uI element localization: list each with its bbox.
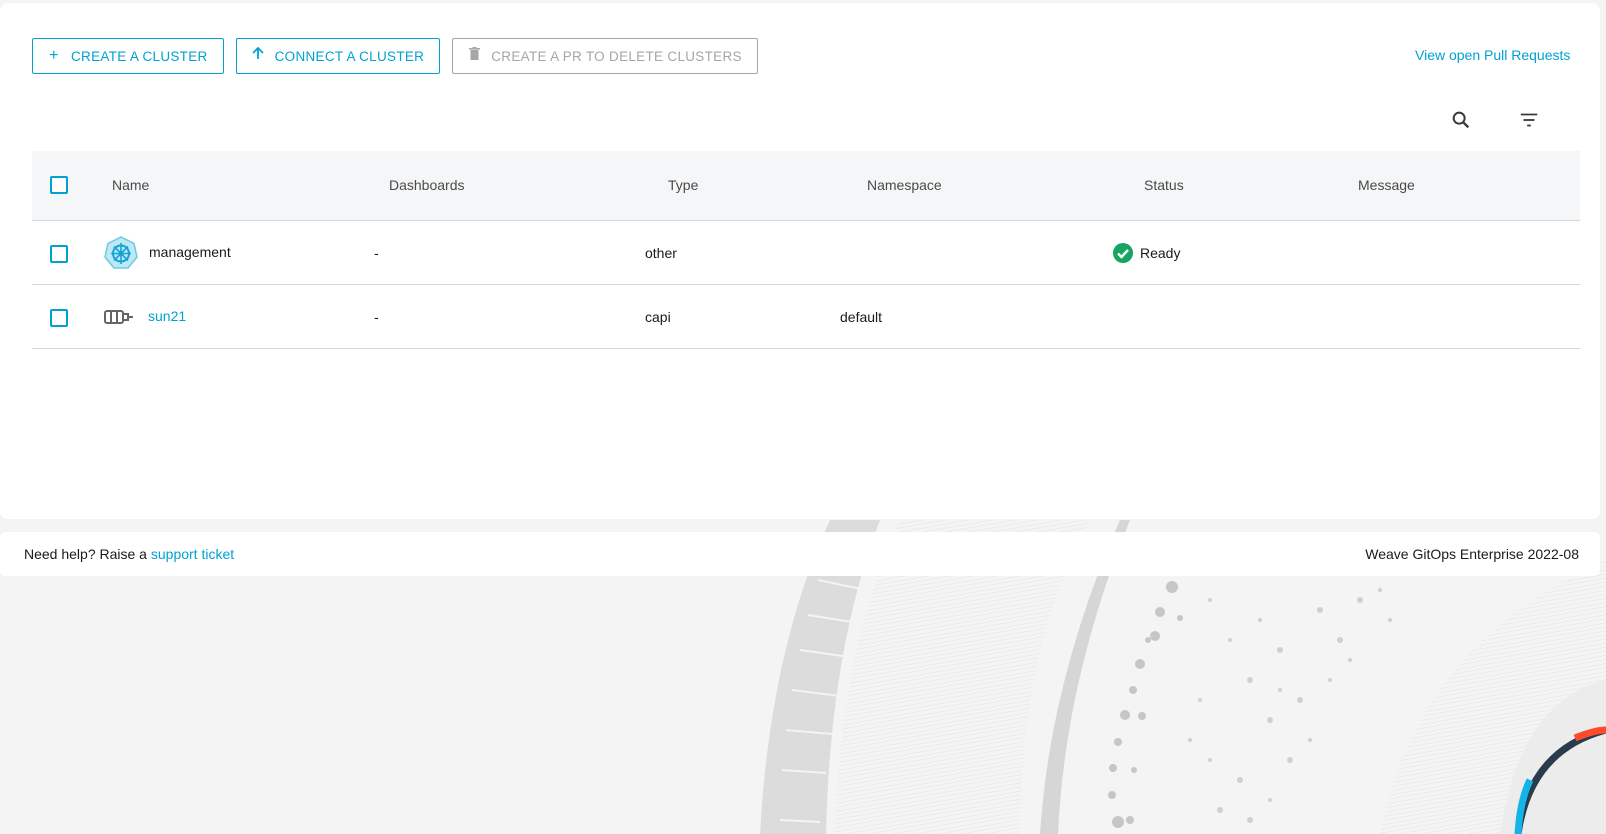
- support-ticket-link[interactable]: support ticket: [151, 546, 234, 562]
- view-open-pull-requests-link[interactable]: View open Pull Requests: [1415, 47, 1570, 63]
- row-checkbox[interactable]: [50, 245, 68, 263]
- column-header-namespace[interactable]: Namespace: [867, 177, 942, 193]
- status-badge: Ready: [1112, 242, 1180, 264]
- cluster-dashboards: -: [374, 309, 379, 325]
- search-button[interactable]: [1450, 109, 1472, 136]
- arrow-up-icon: [251, 46, 265, 65]
- delete-clusters-pr-button[interactable]: CREATE A PR TO DELETE CLUSTERS: [452, 38, 758, 74]
- check-circle-icon: [1113, 243, 1133, 263]
- footer: Need help? Raise a support ticket Weave …: [0, 532, 1600, 576]
- kubernetes-icon: [104, 236, 138, 273]
- filter-button[interactable]: [1518, 109, 1540, 136]
- column-header-status[interactable]: Status: [1144, 177, 1184, 193]
- table-header: Name Dashboards Type Namespace Status Me…: [32, 151, 1580, 221]
- version-label: Weave GitOps Enterprise 2022-08: [1365, 546, 1579, 562]
- status-text: Ready: [1140, 245, 1181, 261]
- search-icon: [1452, 111, 1470, 129]
- create-cluster-button[interactable]: + CREATE A CLUSTER: [32, 38, 224, 74]
- cluster-name: management: [149, 244, 231, 260]
- clusters-table: Name Dashboards Type Namespace Status Me…: [32, 151, 1580, 349]
- select-all-checkbox[interactable]: [50, 176, 68, 194]
- cluster-name-link[interactable]: sun21: [148, 308, 186, 324]
- connect-cluster-button[interactable]: CONNECT A CLUSTER: [235, 38, 441, 74]
- row-checkbox[interactable]: [50, 309, 68, 327]
- table-row: sun21 - capi default: [32, 285, 1580, 349]
- column-header-message[interactable]: Message: [1358, 177, 1415, 193]
- column-header-dashboards[interactable]: Dashboards: [389, 177, 465, 193]
- cluster-type: capi: [645, 309, 671, 325]
- help-prefix: Need help? Raise a: [24, 546, 147, 562]
- cluster-dashboards: -: [374, 245, 379, 261]
- connect-cluster-label: CONNECT A CLUSTER: [274, 48, 425, 64]
- column-header-name[interactable]: Name: [112, 177, 149, 193]
- create-cluster-label: CREATE A CLUSTER: [71, 48, 208, 64]
- filter-icon: [1520, 113, 1538, 127]
- clusters-toolbar: + CREATE A CLUSTER CONNECT A CLUSTER CRE…: [32, 38, 758, 74]
- help-text: Need help? Raise a support ticket: [24, 546, 234, 562]
- delete-clusters-pr-label: CREATE A PR TO DELETE CLUSTERS: [491, 48, 742, 64]
- trash-icon: [467, 47, 481, 65]
- cluster-namespace: default: [840, 309, 883, 325]
- cluster-type: other: [645, 245, 677, 261]
- table-row: management - other Ready: [32, 221, 1580, 285]
- clusters-panel: + CREATE A CLUSTER CONNECT A CLUSTER CRE…: [0, 3, 1600, 519]
- column-header-type[interactable]: Type: [668, 177, 698, 193]
- plus-icon: +: [49, 47, 59, 64]
- capi-cluster-icon: [104, 308, 134, 329]
